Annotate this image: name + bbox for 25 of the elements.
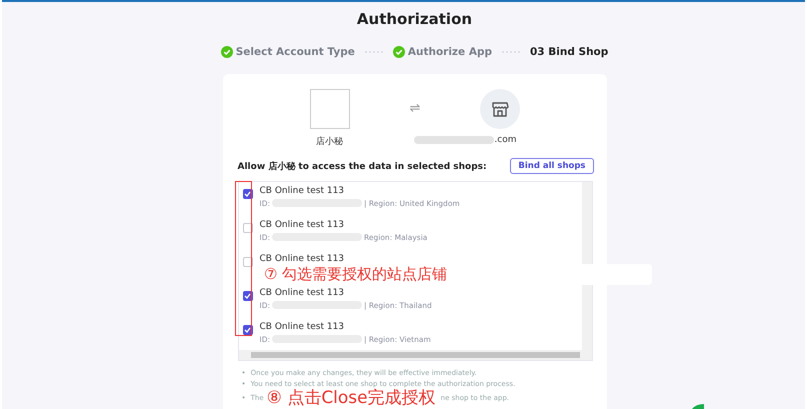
- check-icon: [244, 191, 251, 197]
- step-label: Authorize App: [408, 46, 492, 58]
- shop-checkbox[interactable]: [242, 291, 252, 301]
- shop-checkbox[interactable]: [242, 189, 252, 199]
- page-title: Authorization: [356, 10, 472, 28]
- leaf-icon: [692, 404, 706, 409]
- step-label: 03 Bind Shop: [530, 46, 608, 58]
- permission-prompt: Allow 店小秘 to access the data in selected shops:: [238, 160, 487, 172]
- shop-checkbox[interactable]: [242, 325, 252, 335]
- app-name: 店小秘: [316, 136, 344, 148]
- store-icon: [480, 89, 520, 129]
- shop-domain: .com: [494, 135, 516, 145]
- horizontal-scrollbar[interactable]: [238, 350, 592, 360]
- exchange-arrows: ⇌: [410, 101, 420, 116]
- shop-name: CB Online test 113: [260, 220, 346, 230]
- shop-name: CB Online test 113: [260, 288, 346, 298]
- shop-name: CB Online test 113: [260, 186, 346, 196]
- annotation-label: ⑧ 点击Close完成授权: [266, 390, 436, 407]
- check-icon: [244, 327, 251, 333]
- shop-name: CB Online test 113: [260, 254, 344, 264]
- check-icon: [244, 293, 251, 299]
- step-label: Select Account Type: [236, 46, 355, 58]
- bind-all-shops-button[interactable]: Bind all shops: [510, 158, 594, 174]
- app-logo: [310, 89, 350, 129]
- shop-name: CB Online test 113: [260, 322, 346, 332]
